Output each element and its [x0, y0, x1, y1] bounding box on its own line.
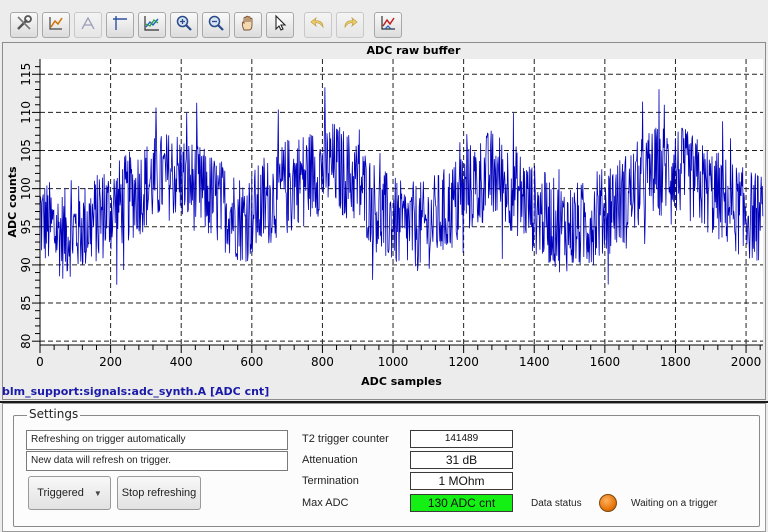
refresh-status-line-2: New data will refresh on trigger.	[26, 451, 288, 471]
app-window: 0 200 400 600 800 1000 1200 1400 1600 1800 2000 80 8…	[0, 0, 768, 532]
x-tick-label: 1000	[378, 355, 409, 369]
undo-icon	[309, 14, 327, 36]
edit-curve-disabled-icon	[79, 14, 97, 36]
termination-value: 1 MOhm	[410, 472, 513, 490]
y-tick-label: 115	[19, 63, 33, 86]
max-adc-value: 130 ADC cnt	[410, 494, 513, 512]
pan-button[interactable]	[234, 12, 262, 38]
edit-curve-disabled-button[interactable]	[74, 12, 102, 38]
edit-curve-button[interactable]	[42, 12, 70, 38]
adc-raw-buffer-chart[interactable]: 0 200 400 600 800 1000 1200 1400 1600 1800 2000 80 8…	[3, 43, 765, 399]
x-tick-label: 600	[240, 355, 263, 369]
attenuation-value: 31 dB	[410, 451, 513, 469]
zoom-out-icon	[207, 14, 225, 36]
refresh-status-line-1: Refreshing on trigger automatically	[26, 430, 288, 450]
crosshair-icon	[111, 14, 129, 36]
zoom-out-button[interactable]	[202, 12, 230, 38]
termination-label: Termination	[302, 475, 359, 487]
x-tick-label: 1400	[519, 355, 550, 369]
trigger-mode-label: Triggered	[37, 487, 84, 499]
chart-settings-button[interactable]	[374, 12, 402, 38]
chart-icon	[143, 14, 161, 36]
y-tick-label: 90	[19, 257, 33, 272]
plot-toolbar	[2, 8, 766, 42]
configure-icon	[15, 14, 33, 36]
trigger-counter-value: 141489	[410, 430, 513, 448]
redo-icon	[341, 14, 359, 36]
x-tick-label: 200	[99, 355, 122, 369]
trigger-mode-dropdown[interactable]: Triggered ▼	[28, 476, 111, 510]
redo-button[interactable]	[336, 12, 364, 38]
signal-name-label: blm_support:signals:adc_synth.A [ADC cnt…	[2, 385, 270, 398]
y-tick-label: 80	[19, 334, 33, 349]
x-tick-label: 1600	[590, 355, 621, 369]
max-adc-label: Max ADC	[302, 497, 349, 509]
zoom-in-button[interactable]	[170, 12, 198, 38]
undo-button[interactable]	[304, 12, 332, 38]
settings-group-title: Settings	[27, 407, 81, 421]
y-tick-label: 85	[19, 295, 33, 310]
chart-button[interactable]	[138, 12, 166, 38]
data-status-text: Waiting on a trigger	[631, 498, 718, 509]
pointer-button[interactable]	[266, 12, 294, 38]
x-tick-label: 0	[36, 355, 44, 369]
y-axis-label: ADC counts	[6, 166, 19, 238]
data-status-label: Data status	[531, 498, 582, 509]
y-tick-label: 110	[19, 101, 33, 124]
data-status-led-icon	[599, 494, 617, 512]
pan-hand-icon	[239, 14, 257, 36]
stop-refreshing-button[interactable]: Stop refreshing	[117, 476, 201, 510]
pointer-icon	[271, 14, 289, 36]
plot-area[interactable]: 0 200 400 600 800 1000 1200 1400 1600 1800 2000 80 8…	[2, 42, 766, 400]
x-tick-label: 400	[170, 355, 193, 369]
y-tick-label: 105	[19, 139, 33, 162]
trigger-counter-label: T2 trigger counter	[302, 433, 389, 445]
x-tick-label: 800	[311, 355, 334, 369]
x-axis-label: ADC samples	[361, 375, 442, 388]
crosshair-button[interactable]	[106, 12, 134, 38]
x-tick-label: 1800	[660, 355, 691, 369]
chart-settings-icon	[379, 14, 397, 36]
y-tick-label: 100	[19, 177, 33, 200]
edit-curve-icon	[47, 14, 65, 36]
configure-button[interactable]	[10, 12, 38, 38]
x-tick-label: 1200	[448, 355, 479, 369]
chevron-down-icon: ▼	[93, 488, 102, 498]
zoom-in-icon	[175, 14, 193, 36]
y-tick-label: 95	[19, 219, 33, 234]
chart-title: ADC raw buffer	[367, 44, 461, 57]
x-tick-label: 2000	[731, 355, 762, 369]
attenuation-label: Attenuation	[302, 454, 358, 466]
